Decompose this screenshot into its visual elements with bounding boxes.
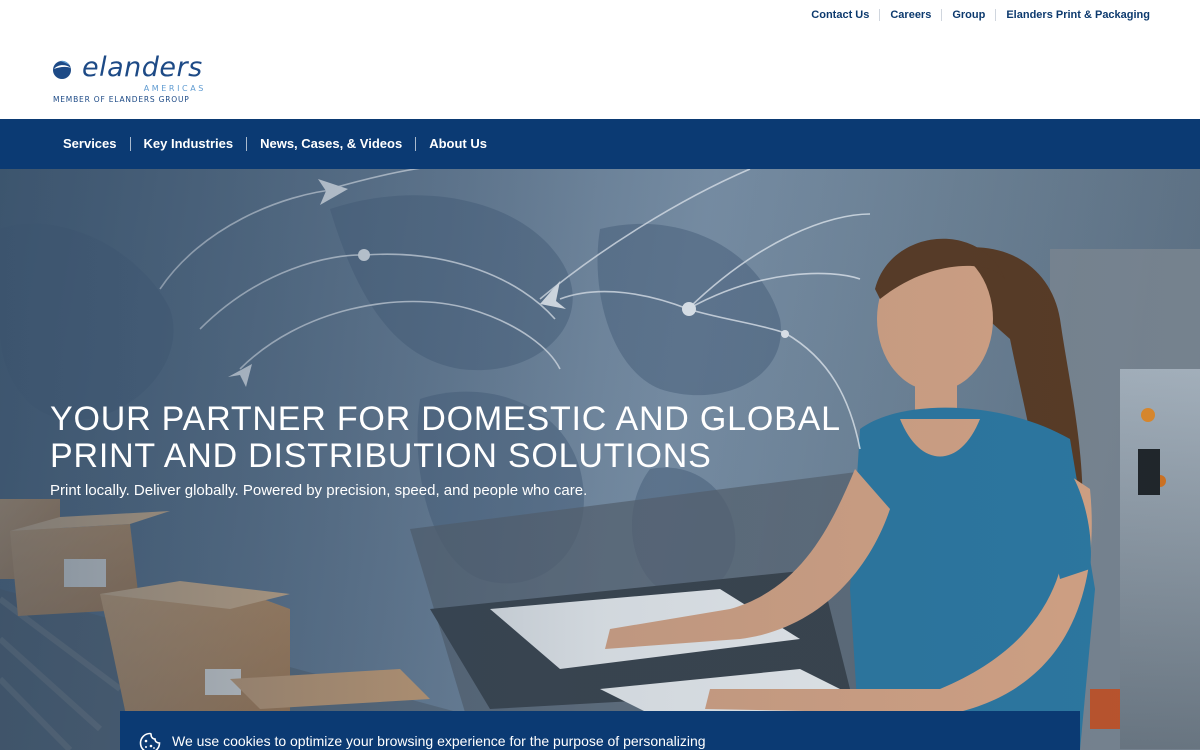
hero-banner: YOUR PARTNER FOR DOMESTIC AND GLOBAL PRI… [0,169,1200,750]
utility-link-group[interactable]: Group [941,9,995,21]
utility-link-contact-us[interactable]: Contact Us [801,9,879,21]
cookie-banner-text: We use cookies to optimize your browsing… [172,733,706,749]
utility-link-careers[interactable]: Careers [879,9,941,21]
logo-mark-icon [53,60,71,79]
hero-tagline: Print locally. Deliver globally. Powered… [50,482,588,499]
logo-tagline: MEMBER OF ELANDERS GROUP [53,95,190,104]
nav-item-services[interactable]: Services [50,137,130,151]
cookie-icon [139,732,161,750]
utility-link-print-packaging[interactable]: Elanders Print & Packaging [995,9,1150,21]
logo-region: AMERICAS [143,84,206,93]
site-logo[interactable]: elanders AMERICAS MEMBER OF ELANDERS GRO… [52,52,212,108]
utility-nav: Contact Us Careers Group Elanders Print … [801,0,1150,30]
nav-item-about-us[interactable]: About Us [415,137,500,151]
hero-headline: YOUR PARTNER FOR DOMESTIC AND GLOBAL PRI… [50,400,840,475]
nav-item-news-cases-videos[interactable]: News, Cases, & Videos [246,137,415,151]
nav-item-key-industries[interactable]: Key Industries [129,137,247,151]
logo-wordmark: elanders [82,52,203,83]
main-nav: Services Key Industries News, Cases, & V… [0,119,1200,169]
cookie-banner: We use cookies to optimize your browsing… [120,711,1080,750]
